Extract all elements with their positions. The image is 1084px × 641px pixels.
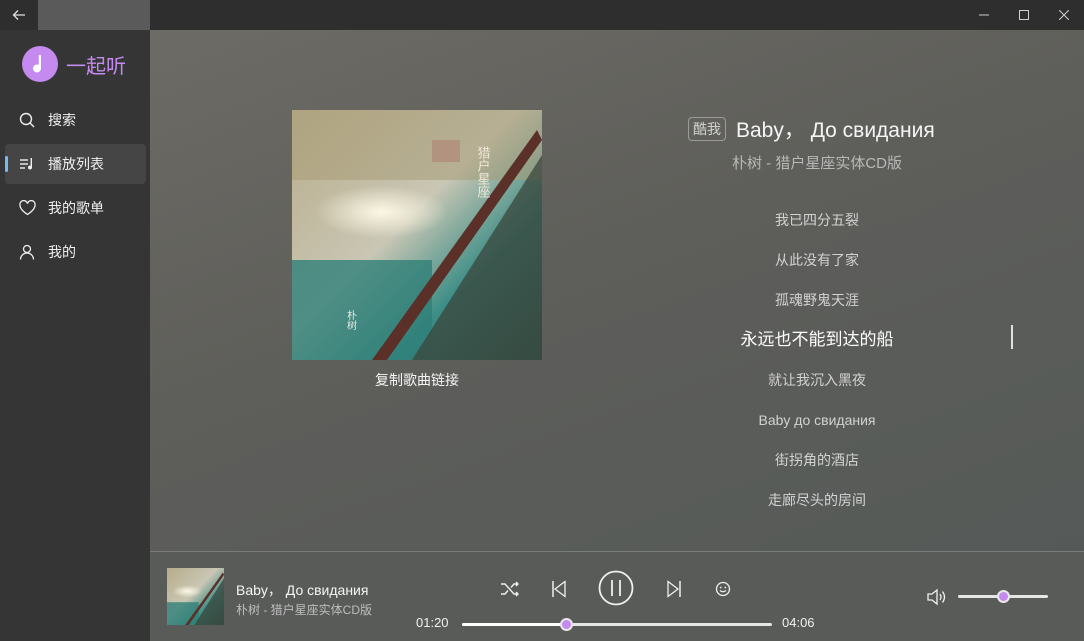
- user-icon: [18, 243, 36, 261]
- volume-button[interactable]: [924, 585, 950, 609]
- shuffle-icon: [501, 581, 519, 597]
- skip-previous-icon: [552, 580, 566, 598]
- current-lyric-line: 永远也不能到达的船: [740, 330, 894, 349]
- lyric-line: 孤魂野鬼天涯: [775, 292, 859, 308]
- player-bar: Baby， До свидания 朴树 - 猎户星座实体CD版 01:20 0…: [150, 551, 1084, 641]
- close-button[interactable]: [1044, 0, 1084, 30]
- volume-handle[interactable]: [997, 590, 1010, 603]
- back-arrow-icon: [12, 10, 25, 20]
- sidebar-item-playlist[interactable]: 播放列表: [5, 144, 146, 184]
- title-tab: [38, 0, 150, 30]
- lyrics-scrollbar[interactable]: [1011, 325, 1013, 349]
- sidebar-item-label: 搜索: [48, 112, 76, 128]
- lyric-line: 从此没有了家: [775, 252, 859, 268]
- volume-slider[interactable]: [958, 590, 1048, 603]
- skip-next-icon: [667, 580, 681, 598]
- previous-button[interactable]: [547, 577, 571, 601]
- song-header: 酷我 Baby， До свидания: [688, 114, 935, 144]
- smiley-icon: [715, 581, 731, 597]
- lyric-line: Baby до свидания: [758, 412, 876, 428]
- pause-icon: [598, 570, 634, 606]
- song-artist-album: 朴树 - 猎户星座实体CD版: [732, 155, 902, 172]
- title-bar: [0, 0, 1084, 30]
- lyric-line: 就让我沉入黑夜: [768, 372, 866, 388]
- active-indicator: [5, 156, 8, 172]
- progress-bar[interactable]: [462, 618, 772, 631]
- music-note-icon: [22, 46, 58, 82]
- sidebar-item-label: 我的歌单: [48, 200, 104, 216]
- album-cover: 猎户星座 朴树: [292, 110, 542, 360]
- progress-handle[interactable]: [560, 618, 574, 631]
- heart-icon: [18, 199, 36, 217]
- sidebar-item-search[interactable]: 搜索: [5, 100, 146, 140]
- close-icon: [1059, 10, 1069, 20]
- sidebar-item-label: 我的: [48, 244, 76, 260]
- source-badge: 酷我: [688, 117, 726, 141]
- total-time: 04:06: [782, 615, 815, 630]
- mini-album-cover[interactable]: [167, 568, 224, 625]
- cover-album-text: 猎户星座: [475, 146, 491, 199]
- lyric-line: 我已四分五裂: [775, 212, 859, 228]
- sidebar-item-mine[interactable]: 我的: [5, 232, 146, 272]
- progress-fill: [462, 623, 567, 626]
- search-icon: [18, 111, 36, 129]
- player-song-title: Baby， До свидания: [236, 582, 369, 598]
- playlist-icon: [18, 155, 36, 173]
- maximize-icon: [1019, 10, 1029, 20]
- pause-button[interactable]: [597, 569, 635, 607]
- back-button[interactable]: [0, 0, 38, 30]
- sidebar: 一起听 搜索 播放列表 我的歌单 我的: [0, 30, 150, 641]
- sidebar-item-label: 播放列表: [48, 156, 104, 172]
- minimize-button[interactable]: [964, 0, 1004, 30]
- song-title: Baby， До свидания: [736, 119, 935, 142]
- copy-song-link-button[interactable]: 复制歌曲链接: [292, 370, 542, 390]
- volume-icon: [927, 588, 946, 606]
- cover-artist-text: 朴树: [345, 309, 357, 331]
- shuffle-button[interactable]: [498, 577, 522, 601]
- app-logo: 一起听: [22, 46, 126, 82]
- lyric-line: 街拐角的酒店: [775, 452, 859, 468]
- mood-button[interactable]: [711, 577, 735, 601]
- sidebar-item-my-playlists[interactable]: 我的歌单: [5, 188, 146, 228]
- maximize-button[interactable]: [1004, 0, 1044, 30]
- lyric-line: 走廊尽头的房间: [768, 492, 866, 508]
- now-playing-panel: 猎户星座 朴树 复制歌曲链接 酷我 Baby， До свидания 朴树 -…: [150, 30, 1084, 551]
- player-song-artist: 朴树 - 猎户星座实体CD版: [236, 603, 372, 617]
- app-name: 一起听: [66, 55, 126, 78]
- next-button[interactable]: [662, 577, 686, 601]
- lyrics-list[interactable]: 我已四分五裂 从此没有了家 孤魂野鬼天涯 永远也不能到达的船 就让我沉入黑夜 B…: [688, 200, 946, 520]
- current-time: 01:20: [416, 615, 449, 630]
- minimize-icon: [979, 14, 989, 16]
